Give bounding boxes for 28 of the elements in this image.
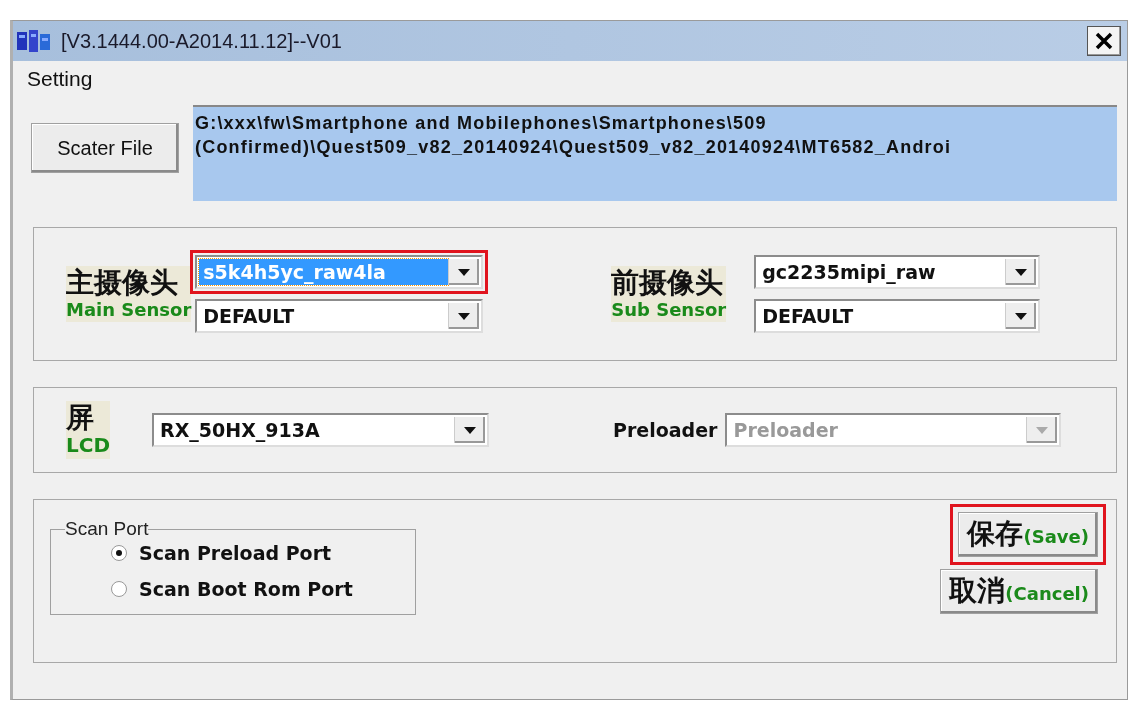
dropdown[interactable]: DEFAULT (754, 299, 1041, 333)
sensor-label: 前摄像头 Sub Sensor (611, 266, 727, 322)
sensor-label: 主摄像头 Main Sensor (66, 266, 192, 322)
dropdown-arrow-icon (1015, 268, 1028, 276)
dropdown[interactable]: gc2235mipi_raw (754, 255, 1041, 289)
window-title: [V3.1444.00-A2014.11.12]--V01 (61, 29, 343, 53)
dialog-button[interactable]: 保存(Save) (958, 512, 1098, 557)
group-title: Scan Port (65, 518, 149, 540)
dropdown[interactable]: DEFAULT (195, 299, 484, 333)
close-icon (1095, 32, 1113, 50)
scatter-file-button[interactable]: Scater File (31, 123, 179, 173)
dropdown-arrow-icon (464, 426, 477, 434)
radio-button[interactable] (111, 545, 127, 561)
lcd-label: 屏 LCD (66, 400, 111, 460)
radio-label[interactable]: Scan Preload Port (139, 542, 332, 564)
app-icon (17, 30, 51, 52)
menu-item[interactable]: Setting (27, 67, 93, 91)
radio-button[interactable] (111, 581, 127, 597)
dialog-button[interactable]: 取消(Cancel) (940, 568, 1098, 614)
dropdown-arrow-icon (458, 268, 471, 276)
dropdown-arrow-icon (1036, 426, 1049, 434)
dropdown[interactable]: RX_50HX_913A (152, 413, 490, 447)
preloader-label: Preloader (613, 419, 718, 441)
radio-label[interactable]: Scan Boot Rom Port (139, 578, 353, 600)
dropdown-arrow-icon (1015, 312, 1028, 320)
close-button[interactable] (1087, 26, 1121, 56)
dropdown-arrow-icon (458, 312, 471, 320)
file-path-field[interactable]: G:\xxx\fw\Smartphone and Mobilephones\Smartphones\509 (Confirmed)\Quest509_v82_20140924\Quest509_v82_20140924\MT6582_Androi (193, 105, 1117, 201)
